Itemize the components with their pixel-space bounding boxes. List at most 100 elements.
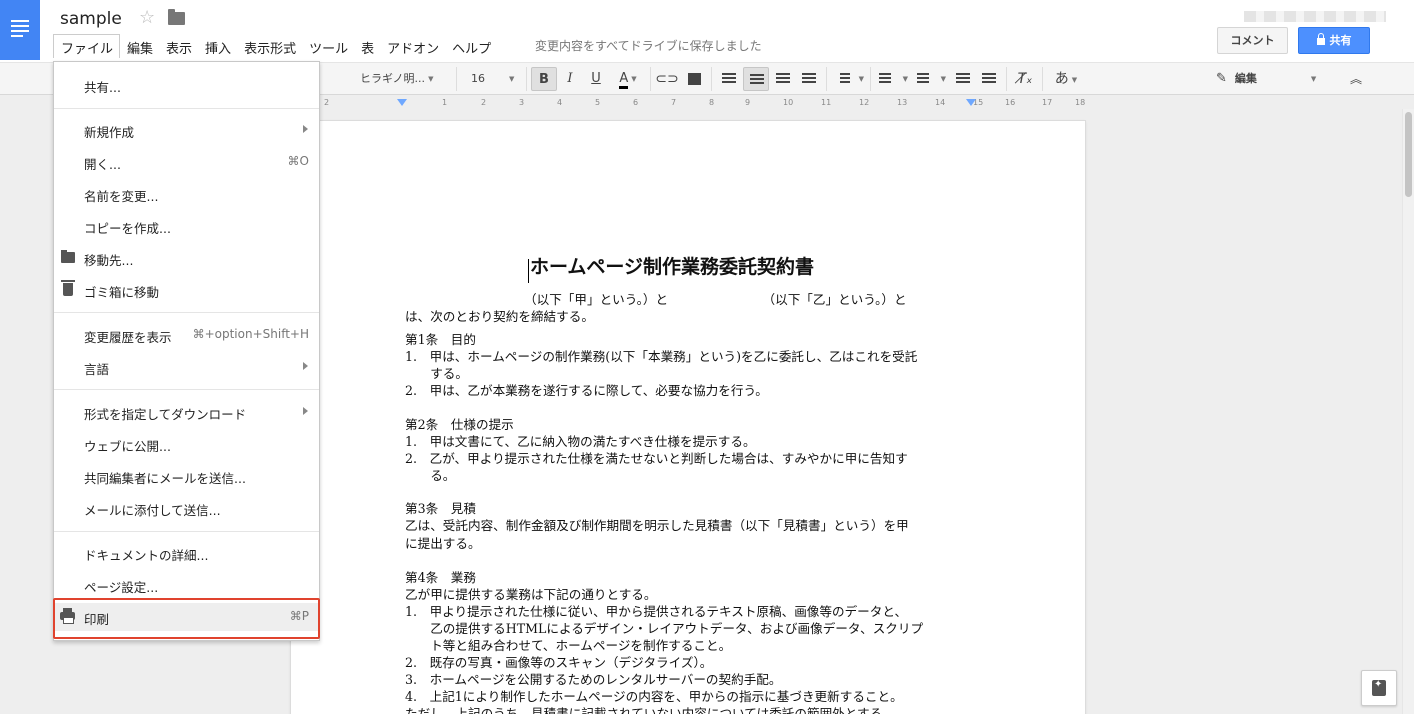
font-size-select[interactable]: 16 ▼ (466, 67, 520, 91)
vertical-scrollbar[interactable] (1402, 109, 1414, 714)
collapse-menu-icon[interactable]: ︽ (1343, 67, 1369, 91)
file-menu-share[interactable]: 共有... (54, 71, 319, 99)
document-line[interactable]: 4. 上記1により制作したホームページの内容を、甲からの指示に基づき更新すること… (405, 688, 903, 705)
menu-table[interactable]: 表 (354, 34, 380, 58)
ruler-tick: 18 (1075, 98, 1086, 107)
document-line[interactable]: 3. ホームページを公開するためのレンタルサーバーの契約手配。 (405, 671, 781, 688)
menu-divider (54, 108, 319, 109)
toolbar-divider (526, 67, 527, 91)
file-menu-email-attachment[interactable]: メールに添付して送信... (54, 494, 319, 522)
menu-help[interactable]: ヘルプ (445, 34, 497, 58)
toolbar-divider (826, 67, 827, 91)
document-line[interactable]: ト等と組み合わせて、ホームページを制作すること。 (405, 637, 731, 654)
document-line[interactable]: 2. 乙が、甲より提示された仕様を満たせないと判断した場合は、すみやかに甲に告知… (405, 450, 908, 467)
ruler-tick: 4 (557, 98, 563, 107)
underline-button[interactable]: U (584, 67, 608, 91)
document-line[interactable]: 第1条 目的 (405, 331, 476, 348)
submenu-arrow-icon (303, 125, 308, 133)
clear-formatting-icon[interactable]: T̸ₓ (1012, 67, 1038, 91)
document-title[interactable]: sample (60, 9, 122, 29)
document-line[interactable]: ただし、上記のうち、見積書に記載されていない内容については委託の範囲外とする。 (405, 705, 895, 714)
document-line[interactable]: に提出する。 (405, 535, 481, 552)
font-family-select[interactable]: ヒラギノ明... ▼ (352, 67, 448, 91)
file-menu-open[interactable]: 開く... ⌘O (54, 148, 319, 176)
menu-edit[interactable]: 編集 (120, 34, 159, 58)
file-menu-revision-history[interactable]: 変更履歴を表示 ⌘+option+Shift+H (54, 321, 319, 349)
insert-comment-icon[interactable] (682, 67, 706, 91)
ruler-tick: 9 (745, 98, 751, 107)
input-tools-button[interactable]: あ ▼ (1048, 67, 1084, 91)
document-line[interactable]: る。 (405, 467, 455, 484)
ruler-tick: 2 (481, 98, 487, 107)
editing-mode-select[interactable]: ✎ 編集 ▼ (1212, 67, 1336, 91)
file-menu-make-copy[interactable]: コピーを作成... (54, 212, 319, 240)
docs-home-icon[interactable] (0, 0, 40, 60)
share-button[interactable]: 共有 (1298, 27, 1370, 54)
document-line[interactable]: 2. 甲は、乙が本業務を遂行するに際して、必要な協力を行う。 (405, 382, 768, 399)
menu-divider (54, 531, 319, 532)
ruler-tick: 8 (709, 98, 715, 107)
increase-indent-icon[interactable] (976, 67, 1002, 91)
bold-button[interactable]: B (531, 67, 557, 91)
menu-tools[interactable]: ツール (302, 34, 354, 58)
menu-addons[interactable]: アドオン (380, 34, 445, 58)
align-right-icon[interactable] (770, 67, 796, 91)
document-line[interactable]: 乙は、受託内容、制作金額及び制作期間を明示した見積書（以下「見積書」という）を甲 (405, 517, 909, 534)
document-line[interactable]: 第3条 見積 (405, 500, 476, 517)
pencil-icon: ✎ (1216, 71, 1227, 86)
document-heading[interactable]: ホームページ制作業務委託契約書 (530, 258, 814, 277)
ruler-tick: 5 (595, 98, 601, 107)
text-color-button[interactable]: A ▼ (610, 67, 646, 91)
decrease-indent-icon[interactable] (950, 67, 976, 91)
align-center-icon[interactable] (743, 67, 769, 91)
document-line[interactable]: （以下「甲」という。）と （以下「乙」という。）と (524, 291, 907, 308)
file-menu-page-setup[interactable]: ページ設定... (54, 571, 319, 599)
file-menu-dropdown: 共有... 新規作成 開く... ⌘O 名前を変更... コピーを作成... 移動… (53, 61, 320, 641)
menu-format[interactable]: 表示形式 (237, 34, 302, 58)
document-line[interactable]: 2. 既存の写真・画像等のスキャン（デジタライズ）。 (405, 654, 712, 671)
file-menu-document-details[interactable]: ドキュメントの詳細... (54, 539, 319, 567)
document-line[interactable]: 第2条 仕様の提示 (405, 416, 514, 433)
align-justify-icon[interactable] (796, 67, 822, 91)
toolbar-divider (1042, 67, 1043, 91)
file-menu-new[interactable]: 新規作成 (54, 116, 319, 144)
share-label: 共有 (1329, 34, 1352, 47)
left-indent-marker[interactable] (397, 99, 407, 106)
file-menu-language[interactable]: 言語 (54, 353, 319, 381)
document-line[interactable]: 1. 甲は、ホームページの制作業務(以下「本業務」という)を乙に委託し、乙はこれ… (405, 348, 917, 365)
link-icon[interactable]: ⊂⊃ (655, 67, 679, 91)
align-left-icon[interactable] (716, 67, 742, 91)
document-line[interactable]: 1. 甲より提示された仕様に従い、甲から提供されるテキスト原稿、画像等のデータと… (405, 603, 907, 620)
menu-file[interactable]: ファイル (53, 34, 121, 58)
ruler-tick: 11 (821, 98, 832, 107)
italic-button[interactable]: I (558, 67, 582, 91)
bulleted-list-icon[interactable]: ▼ (912, 67, 948, 91)
document-line[interactable]: 第4条 業務 (405, 569, 476, 586)
folder-icon[interactable] (168, 9, 185, 25)
explore-icon (1372, 679, 1386, 696)
ruler-tick: 17 (1042, 98, 1053, 107)
menu-insert[interactable]: 挿入 (198, 34, 237, 58)
document-line[interactable]: する。 (405, 365, 468, 382)
comment-button[interactable]: コメント (1217, 27, 1288, 54)
file-menu-email-collaborators[interactable]: 共同編集者にメールを送信... (54, 462, 319, 490)
explore-button[interactable] (1361, 670, 1397, 706)
right-indent-marker[interactable] (966, 99, 976, 106)
document-line[interactable]: 乙の提供するHTMLによるデザイン・レイアウトデータ、および画像データ、スクリプ (405, 620, 923, 637)
numbered-list-icon[interactable]: ▼ (874, 67, 910, 91)
document-line[interactable]: は、次のとおり契約を締結する。 (405, 308, 594, 325)
save-status[interactable]: 変更内容をすべてドライブに保存しました (535, 37, 762, 54)
menu-view[interactable]: 表示 (159, 34, 198, 58)
file-menu-trash[interactable]: ゴミ箱に移動 (54, 276, 319, 304)
line-spacing-icon[interactable]: ▼ (830, 67, 866, 91)
file-menu-move-to[interactable]: 移動先... (54, 244, 319, 272)
ruler[interactable]: 2 1 2 3 4 5 6 7 8 9 10 11 12 13 14 15 16… (320, 95, 1090, 109)
toolbar-divider (870, 67, 871, 91)
document-line[interactable]: 1. 甲は文書にて、乙に納入物の満たすべき仕様を提示する。 (405, 433, 756, 450)
star-icon[interactable]: ☆ (139, 7, 155, 28)
file-menu-publish-web[interactable]: ウェブに公開... (54, 430, 319, 458)
file-menu-download-as[interactable]: 形式を指定してダウンロード (54, 398, 319, 426)
document-line[interactable]: 乙が甲に提供する業務は下記の通りとする。 (405, 586, 657, 603)
file-menu-rename[interactable]: 名前を変更... (54, 180, 319, 208)
scrollbar-thumb[interactable] (1405, 112, 1412, 197)
